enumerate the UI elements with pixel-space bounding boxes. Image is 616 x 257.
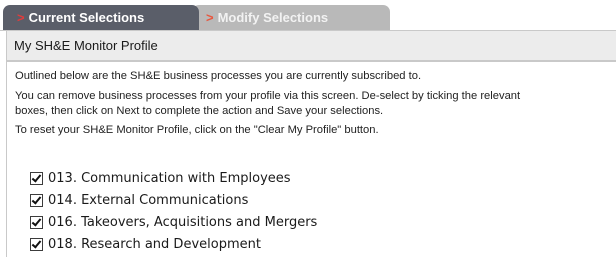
intro-text: Outlined below are the SH&E business pro…	[15, 70, 422, 82]
instruction-text-continued: boxes, then click on Next to complete th…	[15, 105, 384, 117]
checkbox-checked[interactable]	[30, 215, 43, 229]
list-item: 018. Research and Development	[30, 233, 261, 255]
reset-text: To reset your SH&E Monitor Profile, clic…	[15, 124, 379, 136]
list-item: 016. Takeovers, Acquisitions and Mergers	[30, 211, 317, 233]
tab-bar: > Modify Selections > Current Selections	[0, 0, 616, 31]
process-label: 013. Communication with Employees	[48, 170, 291, 186]
checkbox-checked[interactable]	[30, 193, 43, 207]
process-label: 014. External Communications	[48, 192, 249, 208]
list-item: 014. External Communications	[30, 189, 248, 211]
list-item: 013. Communication with Employees	[30, 167, 291, 189]
tab-arrow-icon: >	[206, 10, 214, 25]
checkbox-checked[interactable]	[30, 171, 43, 185]
tab-arrow-icon: >	[17, 10, 25, 25]
instruction-text: You can remove business processes from y…	[15, 90, 521, 102]
checkbox-checked[interactable]	[30, 237, 43, 251]
tab-current-selections[interactable]: > Current Selections	[3, 5, 199, 30]
tab-label: Modify Selections	[217, 10, 329, 25]
tab-label: Current Selections	[28, 10, 145, 25]
panel-title: My SH&E Monitor Profile	[6, 31, 616, 61]
process-label: 016. Takeovers, Acquisitions and Mergers	[48, 214, 318, 230]
process-label: 018. Research and Development	[48, 236, 261, 252]
tab-modify-selections[interactable]: > Modify Selections	[192, 5, 390, 30]
